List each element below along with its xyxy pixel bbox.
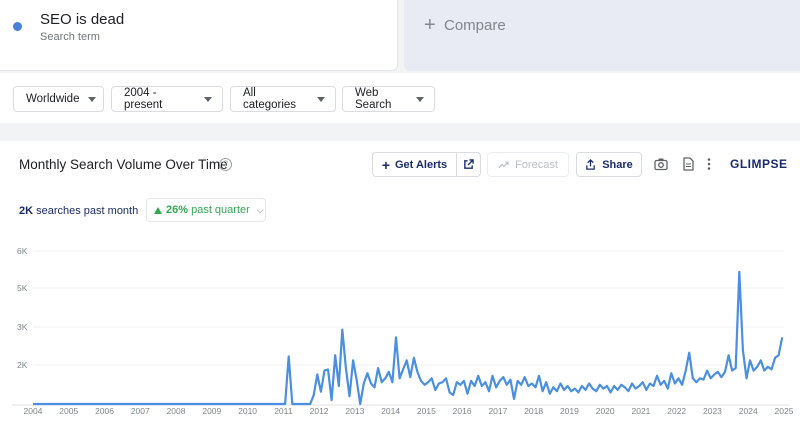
compare-label: Compare (444, 17, 506, 34)
x-tick-label: 2013 (345, 406, 364, 416)
x-tick-label: 2022 (667, 406, 686, 416)
chevron-down-icon (317, 96, 325, 102)
search-header: SEO is dead Search term + Compare (0, 0, 800, 73)
open-external-button[interactable] (456, 152, 481, 177)
filter-bar: Worldwide 2004 - present All categories … (0, 73, 800, 123)
forecast-label: Forecast (515, 158, 558, 171)
x-tick-label: 2007 (131, 406, 150, 416)
search-type-filter-label: Web Search (355, 87, 392, 111)
series-line (33, 270, 784, 406)
x-tick-label: 2012 (310, 406, 329, 416)
y-tick-label: 6K (17, 246, 28, 256)
help-icon[interactable]: ? (219, 158, 232, 171)
plus-icon: + (424, 14, 436, 36)
search-type-filter[interactable]: Web Search (342, 86, 435, 112)
x-tick-label: 2024 (739, 406, 758, 416)
document-icon[interactable] (681, 157, 695, 171)
x-tick-label: 2008 (167, 406, 186, 416)
plus-icon: + (381, 156, 390, 173)
series-color-dot (13, 22, 22, 31)
chevron-down-icon (416, 96, 424, 102)
category-filter[interactable]: All categories (230, 86, 336, 112)
region-filter-label: Worldwide (26, 93, 80, 105)
x-tick-label: 2019 (560, 406, 579, 416)
chevron-down-icon (204, 96, 212, 102)
y-tick-label: 3K (17, 322, 28, 332)
x-tick-label: 2009 (202, 406, 221, 416)
chevron-down-icon: ⌵ (256, 204, 264, 215)
y-tick-label: 5K (17, 283, 28, 293)
forecast-button[interactable]: Forecast (487, 152, 569, 177)
x-tick-label: 2016 (453, 406, 472, 416)
x-tick-label: 2020 (596, 406, 615, 416)
y-tick-label: 2K (17, 360, 28, 370)
share-icon (586, 159, 596, 170)
panel-title: Monthly Search Volume Over Time (19, 157, 228, 172)
x-tick-label: 2010 (238, 406, 257, 416)
monthly-volume: 2K searches past month (19, 205, 138, 217)
x-tick-label: 2006 (95, 406, 114, 416)
x-tick-label: 2004 (24, 406, 43, 416)
get-alerts-label: Get Alerts (395, 158, 448, 171)
share-label: Share (602, 158, 633, 171)
brand-logo: GLIMPSE (730, 157, 788, 171)
search-term-subtitle: Search term (40, 31, 100, 43)
more-vert-icon[interactable] (702, 157, 716, 171)
search-volume-chart: 6K 5K 3K 2K 2004 2005 2006 2007 2008 2009 2010 2011… (12, 246, 794, 416)
x-tick-label: 2015 (417, 406, 436, 416)
x-tick-label: 2023 (703, 406, 722, 416)
share-button[interactable]: Share (576, 152, 642, 177)
chevron-down-icon (88, 96, 97, 102)
external-link-icon (464, 159, 474, 169)
time-range-filter-label: 2004 - present (124, 87, 163, 111)
arrow-up-icon (154, 206, 162, 214)
time-range-filter[interactable]: 2004 - present (111, 86, 223, 112)
x-tick-label: 2018 (524, 406, 543, 416)
growth-value: 26% (166, 204, 189, 216)
growth-text: past quarter (188, 204, 250, 216)
x-tick-label: 2025 (775, 406, 794, 416)
get-alerts-button[interactable]: + Get Alerts (372, 152, 456, 177)
trend-icon (498, 161, 509, 169)
monthly-volume-text: searches past month (33, 205, 139, 217)
x-tick-label: 2011 (274, 406, 293, 416)
region-filter[interactable]: Worldwide (13, 86, 104, 112)
x-tick-label: 2014 (381, 406, 400, 416)
x-tick-label: 2005 (59, 406, 78, 416)
category-filter-label: All categories (243, 87, 297, 111)
compare-button[interactable]: + Compare (404, 0, 800, 71)
camera-icon[interactable] (654, 157, 668, 171)
monthly-volume-value: 2K (19, 205, 34, 217)
search-term-card[interactable]: SEO is dead Search term (0, 0, 398, 71)
x-tick-label: 2021 (631, 406, 650, 416)
growth-dropdown[interactable]: 26% past quarter ⌵ (146, 198, 266, 222)
search-term-title: SEO is dead (40, 11, 125, 28)
x-tick-label: 2017 (488, 406, 507, 416)
